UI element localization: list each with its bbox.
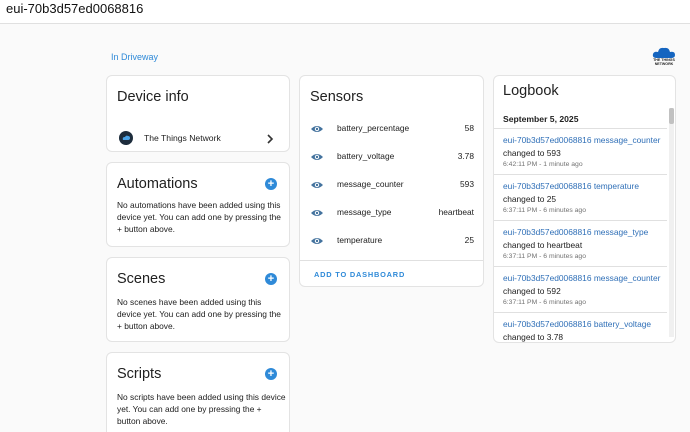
ttn-logo-icon — [119, 131, 133, 145]
sensor-value: heartbeat — [438, 207, 474, 217]
sensor-name: battery_voltage — [337, 151, 395, 161]
eye-icon — [310, 122, 324, 136]
eye-icon — [310, 150, 324, 164]
sensor-row-battery-percentage[interactable]: battery_percentage 58 — [300, 117, 490, 145]
scenes-title: Scenes — [117, 271, 166, 287]
sensor-value: 58 — [464, 123, 474, 133]
logbook-card: Logbook September 5, 2025 eui-70b3d57ed0… — [493, 75, 676, 343]
sensor-value: 593 — [460, 179, 474, 189]
divider — [300, 260, 483, 261]
sensor-value: 3.78 — [457, 151, 474, 161]
sensor-value: 25 — [464, 235, 474, 245]
automations-empty-text: No automations have been added using thi… — [117, 200, 281, 234]
top-bar: eui-70b3d57ed0068816 — [0, 0, 690, 24]
log-change: changed to 25 — [503, 194, 557, 204]
ttn-cloud-icon: THE THINGS NETWORK — [650, 46, 678, 68]
log-entry: eui-70b3d57ed0068816 battery_voltage cha… — [494, 312, 667, 342]
logbook-scrollbar[interactable] — [669, 108, 674, 337]
sensor-row-battery-voltage[interactable]: battery_voltage 3.78 — [300, 145, 490, 173]
sensor-name: message_type — [337, 207, 392, 217]
log-entry: eui-70b3d57ed0068816 message_counter cha… — [494, 128, 667, 174]
device-info-title: Device info — [117, 89, 189, 105]
log-time: 6:37:11 PM - 6 minutes ago — [503, 207, 586, 214]
eye-icon — [310, 206, 324, 220]
automations-card: Automations + No automations have been a… — [106, 162, 290, 247]
sensors-card: Sensors battery_percentage 58 battery_vo… — [299, 75, 484, 287]
log-time: 6:42:11 PM - 1 minute ago — [503, 161, 583, 168]
log-time: 6:37:11 PM - 6 minutes ago — [503, 253, 586, 260]
area-link[interactable]: In Driveway — [111, 52, 158, 62]
device-info-card: Device info The Things Network — [106, 75, 290, 152]
logbook-date: September 5, 2025 — [503, 114, 579, 124]
sensor-row-temperature[interactable]: temperature 25 — [300, 229, 490, 257]
log-change: changed to 593 — [503, 148, 561, 158]
page-title: eui-70b3d57ed0068816 — [6, 1, 144, 16]
log-change: changed to 3.78 — [503, 332, 564, 342]
scripts-empty-text: No scripts have been added using this de… — [117, 392, 286, 426]
logbook-title: Logbook — [503, 83, 559, 99]
log-change: changed to heartbeat — [503, 240, 583, 250]
log-entity-link[interactable]: eui-70b3d57ed0068816 message_counter — [503, 273, 660, 283]
log-entity-link[interactable]: eui-70b3d57ed0068816 message_counter — [503, 135, 660, 145]
log-entry: eui-70b3d57ed0068816 message_counter cha… — [494, 266, 667, 312]
sensor-row-message-counter[interactable]: message_counter 593 — [300, 173, 490, 201]
log-entity-link[interactable]: eui-70b3d57ed0068816 message_type — [503, 227, 648, 237]
log-entity-link[interactable]: eui-70b3d57ed0068816 battery_voltage — [503, 319, 651, 329]
add-automation-button[interactable]: + — [265, 178, 277, 190]
log-time: 6:37:11 PM - 6 minutes ago — [503, 299, 586, 306]
brand-logo-text: THE THINGS NETWORK — [653, 58, 675, 66]
sensor-name: message_counter — [337, 179, 404, 189]
add-scene-button[interactable]: + — [265, 273, 277, 285]
scripts-title: Scripts — [117, 366, 162, 382]
chevron-right-icon — [266, 132, 275, 144]
scripts-card: Scripts + No scripts have been added usi… — [106, 352, 290, 432]
sensor-name: battery_percentage — [337, 123, 410, 133]
eye-icon — [310, 178, 324, 192]
sensor-row-message-type[interactable]: message_type heartbeat — [300, 201, 490, 229]
scenes-card: Scenes + No scenes have been added using… — [106, 257, 290, 342]
log-entry: eui-70b3d57ed0068816 message_type change… — [494, 220, 667, 266]
scenes-empty-text: No scenes have been added using this dev… — [117, 297, 281, 331]
automations-title: Automations — [117, 176, 198, 192]
add-script-button[interactable]: + — [265, 368, 277, 380]
integration-row[interactable]: The Things Network — [107, 126, 289, 150]
log-entry: eui-70b3d57ed0068816 temperature changed… — [494, 174, 667, 220]
integration-label: The Things Network — [144, 133, 221, 143]
log-entity-link[interactable]: eui-70b3d57ed0068816 temperature — [503, 181, 639, 191]
eye-icon — [310, 234, 324, 248]
sensor-name: temperature — [337, 235, 383, 245]
sensors-title: Sensors — [310, 89, 364, 105]
add-to-dashboard-button[interactable]: ADD TO DASHBOARD — [314, 270, 405, 279]
scrollbar-thumb[interactable] — [669, 108, 674, 124]
log-change: changed to 592 — [503, 286, 561, 296]
